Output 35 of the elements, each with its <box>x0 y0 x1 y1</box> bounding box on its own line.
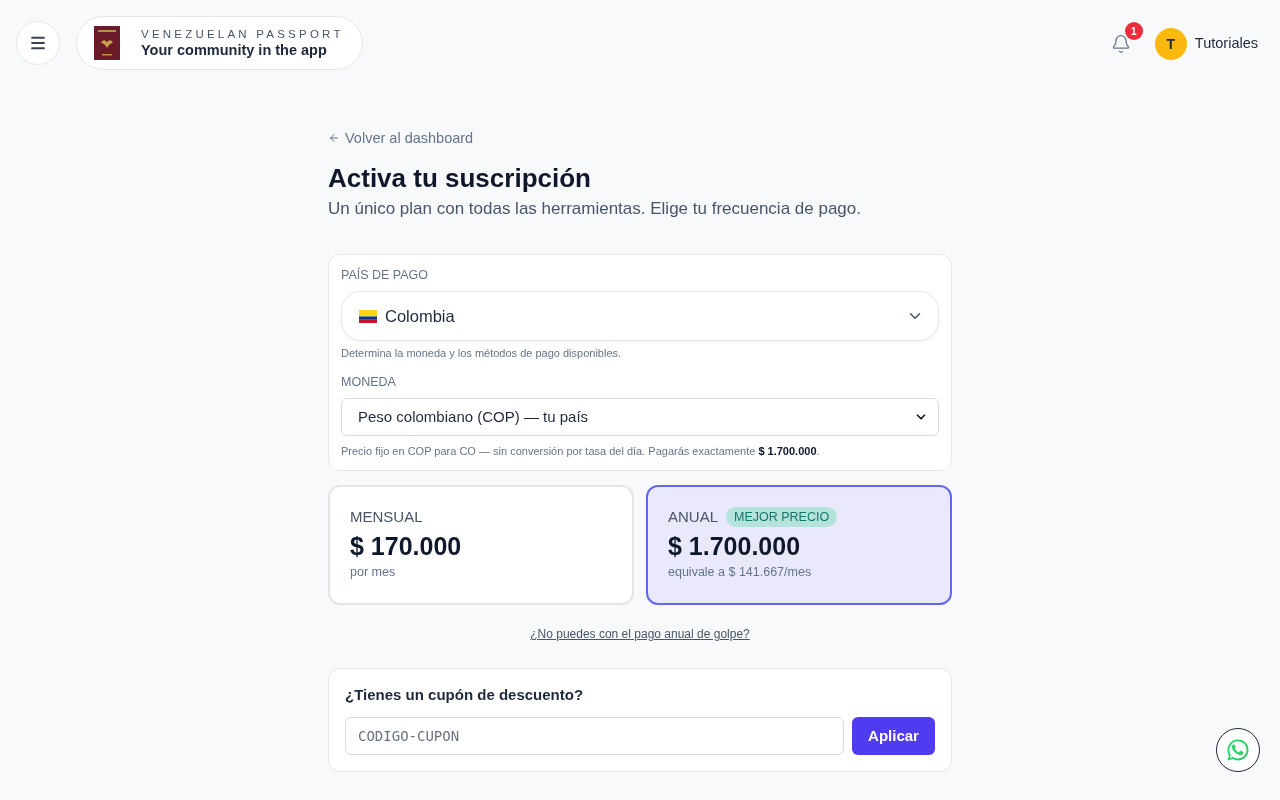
menu-button[interactable] <box>16 21 60 65</box>
plan-card[interactable]: MENSUAL $ 170.000 por mes <box>328 485 634 605</box>
plan-detail: equivale a $ 141.667/mes <box>668 564 812 580</box>
passport-image <box>94 26 120 60</box>
country-select[interactable]: Colombia <box>341 291 939 341</box>
page-title: Activa tu suscripción <box>328 162 592 194</box>
plan-price: $ 1.700.000 <box>668 531 801 561</box>
user-avatar[interactable]: T <box>1154 28 1187 60</box>
user-name[interactable]: Tutoriales <box>1194 33 1258 55</box>
currency-label: MONEDA <box>341 374 397 390</box>
coupon-input[interactable]: CODIGO-CUPON <box>345 717 844 755</box>
country-label: PAÍS DE PAGO <box>341 267 430 283</box>
price-note: Precio fijo en COP para CO — sin conversión por tasa del día. Pagarás exactamente $ 1.700.000. <box>341 444 821 458</box>
notification-count: 1 <box>1124 22 1143 40</box>
phone-chat-icon <box>1225 737 1251 763</box>
brand-tagline: Your community in the app <box>141 41 328 59</box>
plan-name: MENSUAL <box>350 507 423 527</box>
plan-card[interactable]: ANUAL MEJOR PRECIO $ 1.700.000 equivale a $ 141.667/mes <box>646 485 952 605</box>
plan-price: $ 170.000 <box>350 531 462 561</box>
plan-detail: por mes <box>350 564 396 580</box>
page-subtitle: Un único plan con todas las herramientas. Elige tu frecuencia de pago. <box>328 198 862 220</box>
menu-icon <box>29 34 47 52</box>
installments-link[interactable]: ¿No puedes con el pago anual de golpe? <box>530 626 750 642</box>
coupon-title: ¿Tienes un cupón de descuento? <box>345 685 585 705</box>
currency-select[interactable]: Peso colombiano (COP) — tu país <box>341 398 939 436</box>
brand-title: VENEZUELAN PASSPORT <box>141 27 344 41</box>
country-hint: Determina la moneda y los métodos de pago disponibles. <box>341 346 623 360</box>
bell-icon <box>1110 34 1131 54</box>
back-link[interactable]: Volver al dashboard <box>328 129 474 147</box>
apply-button[interactable]: Aplicar <box>852 717 935 755</box>
flag-icon <box>359 309 377 323</box>
best-price-badge: MEJOR PRECIO <box>726 507 838 527</box>
chat-button[interactable] <box>1216 728 1260 772</box>
plan-name: ANUAL <box>668 507 719 527</box>
arrow-left-icon <box>328 132 340 144</box>
